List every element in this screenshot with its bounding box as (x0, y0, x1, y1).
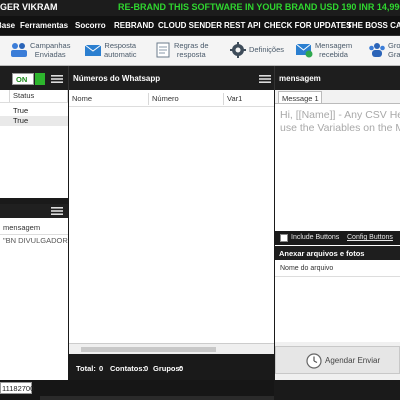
on-toggle-label: ON (16, 75, 28, 84)
grid-header-divider (69, 106, 274, 107)
file-name-column[interactable]: Nome do arquivo (277, 264, 333, 274)
header-divider (0, 102, 68, 103)
menu-check-updates[interactable]: CHECK FOR UPDATES (264, 21, 351, 30)
message-text[interactable]: "BN DIVULGADOR"" (0, 236, 73, 246)
message-panel: mensagem Message 1 Hi, [[Name]] - Any CS… (274, 66, 400, 400)
title-bar: GER VIKRAM RE-BRAND THIS SOFTWARE IN YOU… (0, 0, 400, 16)
schedule-send-label: Agendar Enviar (325, 356, 381, 365)
on-toggle[interactable]: ON (12, 73, 34, 85)
reply-rules-button[interactable]: Regras de resposta (154, 39, 214, 63)
campaigns-sent-label: Campanhas Enviadas (30, 41, 71, 59)
menu-socorro[interactable]: Socorro (75, 21, 106, 30)
auto-reply-label: Resposta automatic (104, 41, 137, 59)
numbers-panel: Números do Whatsapp Nome Número Var1 Tot… (68, 66, 274, 380)
group-icon (369, 43, 385, 57)
reply-rules-label: Regras de resposta (174, 41, 209, 59)
col-header-status: Status (10, 90, 68, 102)
status-progress (40, 396, 274, 400)
received-messages-button[interactable]: Mensagem recebida (295, 39, 357, 63)
envelope-check-icon (295, 43, 313, 58)
numbers-title: Números do Whatsapp (73, 74, 161, 83)
table-row[interactable]: True (0, 116, 68, 126)
numbers-header: Números do Whatsapp (68, 66, 274, 90)
menu-rebrand[interactable]: REBRAND (114, 21, 154, 30)
menu-rest-api[interactable]: REST API (224, 21, 261, 30)
message-list: mensagem "BN DIVULGADOR"" (0, 218, 73, 380)
status-cell: True (13, 106, 29, 115)
status-text: 11182700 (2, 384, 35, 393)
campaign-icon (11, 43, 27, 57)
app-title: GER VIKRAM (0, 2, 58, 12)
groups-label: Gro Gra (388, 41, 400, 59)
numbers-footer: Total: 0 Contatos: 0 Grupos: 0 (68, 354, 274, 380)
attach-divider (275, 276, 400, 277)
auto-reply-button[interactable]: Resposta automatic (84, 39, 140, 63)
rebrand-banner[interactable]: RE-BRAND THIS SOFTWARE IN YOUR BRAND USD… (118, 2, 400, 14)
col-header-var1[interactable]: Var1 (224, 93, 274, 105)
status-cell: True (13, 116, 29, 125)
settings-label: Definições (249, 45, 285, 54)
col-header-name[interactable]: Nome (69, 93, 149, 105)
envelope-icon (84, 44, 102, 56)
attach-title: Anexar arquivos e fotos (279, 249, 365, 258)
menu-cloud-sender[interactable]: CLOUD SENDER (158, 21, 222, 30)
attach-header: Anexar arquivos e fotos (275, 246, 400, 260)
buttons-options-row: Include Buttons Config Buttons (275, 231, 400, 245)
toggle-indicator (35, 73, 45, 85)
config-buttons-link[interactable]: Config Buttons (347, 234, 393, 241)
document-icon (156, 42, 170, 58)
settings-button[interactable]: Definições (229, 39, 285, 63)
left-panel-header: ON (0, 66, 68, 90)
contacts-label: Contatos: (110, 364, 145, 373)
status-field: 11182700 (0, 382, 35, 394)
groups-value: 0 (179, 364, 184, 373)
include-buttons-label: Include Buttons (291, 234, 340, 241)
campaign-table: Status True True (0, 90, 68, 198)
menu-base[interactable]: Base (0, 21, 15, 30)
menu-boss-card[interactable]: THE BOSS CARD (347, 21, 400, 30)
message-panel-header: mensagem (274, 66, 400, 90)
received-messages-label: Mensagem recebida (315, 41, 353, 59)
contacts-value: 0 (144, 364, 149, 373)
tab-message-1-label: Message 1 (282, 94, 319, 103)
menu-icon[interactable] (51, 75, 63, 83)
schedule-send-button[interactable]: Agendar Enviar (275, 346, 400, 374)
left-panel: ON Status True True mensagem "BN DIVULGA… (0, 66, 73, 380)
message-body-text: Hi, [[Name]] - Any CSV Hea use the Varia… (280, 109, 400, 134)
include-buttons-checkbox[interactable] (280, 234, 288, 242)
horizontal-scrollbar[interactable] (69, 343, 274, 354)
col-header-blank (0, 90, 10, 102)
clock-icon (306, 353, 322, 369)
status-bar: 11182700 (0, 380, 274, 400)
message-panel-title: mensagem (279, 74, 321, 83)
col-header-number[interactable]: Número (149, 93, 224, 105)
menu-icon[interactable] (51, 207, 63, 215)
attachments-grid: Nome do arquivo (275, 260, 400, 342)
total-value: 0 (99, 364, 104, 373)
schedule-area: Agendar Enviar (275, 342, 400, 380)
menu-ferramentas[interactable]: Ferramentas (20, 21, 68, 30)
toolbar: Campanhas Enviadas Resposta automatic Re… (0, 36, 400, 66)
menu-icon[interactable] (259, 75, 271, 83)
table-row[interactable]: True (0, 106, 68, 116)
message-column-header: mensagem (3, 223, 41, 232)
tab-message-1[interactable]: Message 1 (278, 91, 322, 103)
groups-button[interactable]: Gro Gra (368, 39, 400, 63)
groups-label: Grupos: (153, 364, 183, 373)
menu-bar: Base Ferramentas Socorro REBRAND CLOUD S… (0, 16, 400, 36)
total-label: Total: (76, 364, 96, 373)
scrollbar-thumb[interactable] (81, 347, 216, 352)
numbers-grid: Nome Número Var1 (69, 90, 274, 354)
message-header (0, 204, 68, 218)
campaigns-sent-button[interactable]: Campanhas Enviadas (10, 39, 72, 63)
gear-icon (230, 42, 246, 58)
message-divider (0, 234, 68, 235)
